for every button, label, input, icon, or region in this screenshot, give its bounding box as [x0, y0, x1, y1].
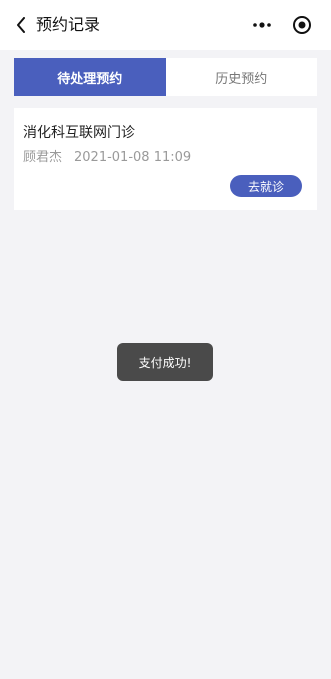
doctor-name: 顾君杰: [23, 150, 63, 165]
appointment-card[interactable]: 消化科互联网门诊 顾君杰 2021-01-08 11:09 去就诊: [14, 108, 317, 210]
chevron-left-icon: [17, 17, 25, 33]
page-title: 预约记录: [36, 15, 101, 34]
appointment-tabs: 待处理预约 历史预约: [14, 58, 317, 96]
nav-bar: 预约记录: [0, 0, 331, 50]
target-circle-icon: [293, 16, 311, 34]
appointment-meta: 顾君杰 2021-01-08 11:09: [23, 146, 191, 165]
clinic-name: 消化科互联网门诊: [23, 125, 135, 141]
more-button[interactable]: [250, 14, 274, 36]
tab-pending[interactable]: 待处理预约: [14, 58, 166, 96]
go-visit-button[interactable]: 去就诊: [230, 175, 302, 197]
back-button[interactable]: [10, 13, 32, 37]
more-dots-icon: [253, 22, 271, 28]
close-target-button[interactable]: [291, 14, 313, 36]
tab-history[interactable]: 历史预约: [166, 58, 318, 96]
appointment-datetime: 2021-01-08 11:09: [74, 150, 192, 165]
toast-message: 支付成功!: [117, 343, 213, 381]
